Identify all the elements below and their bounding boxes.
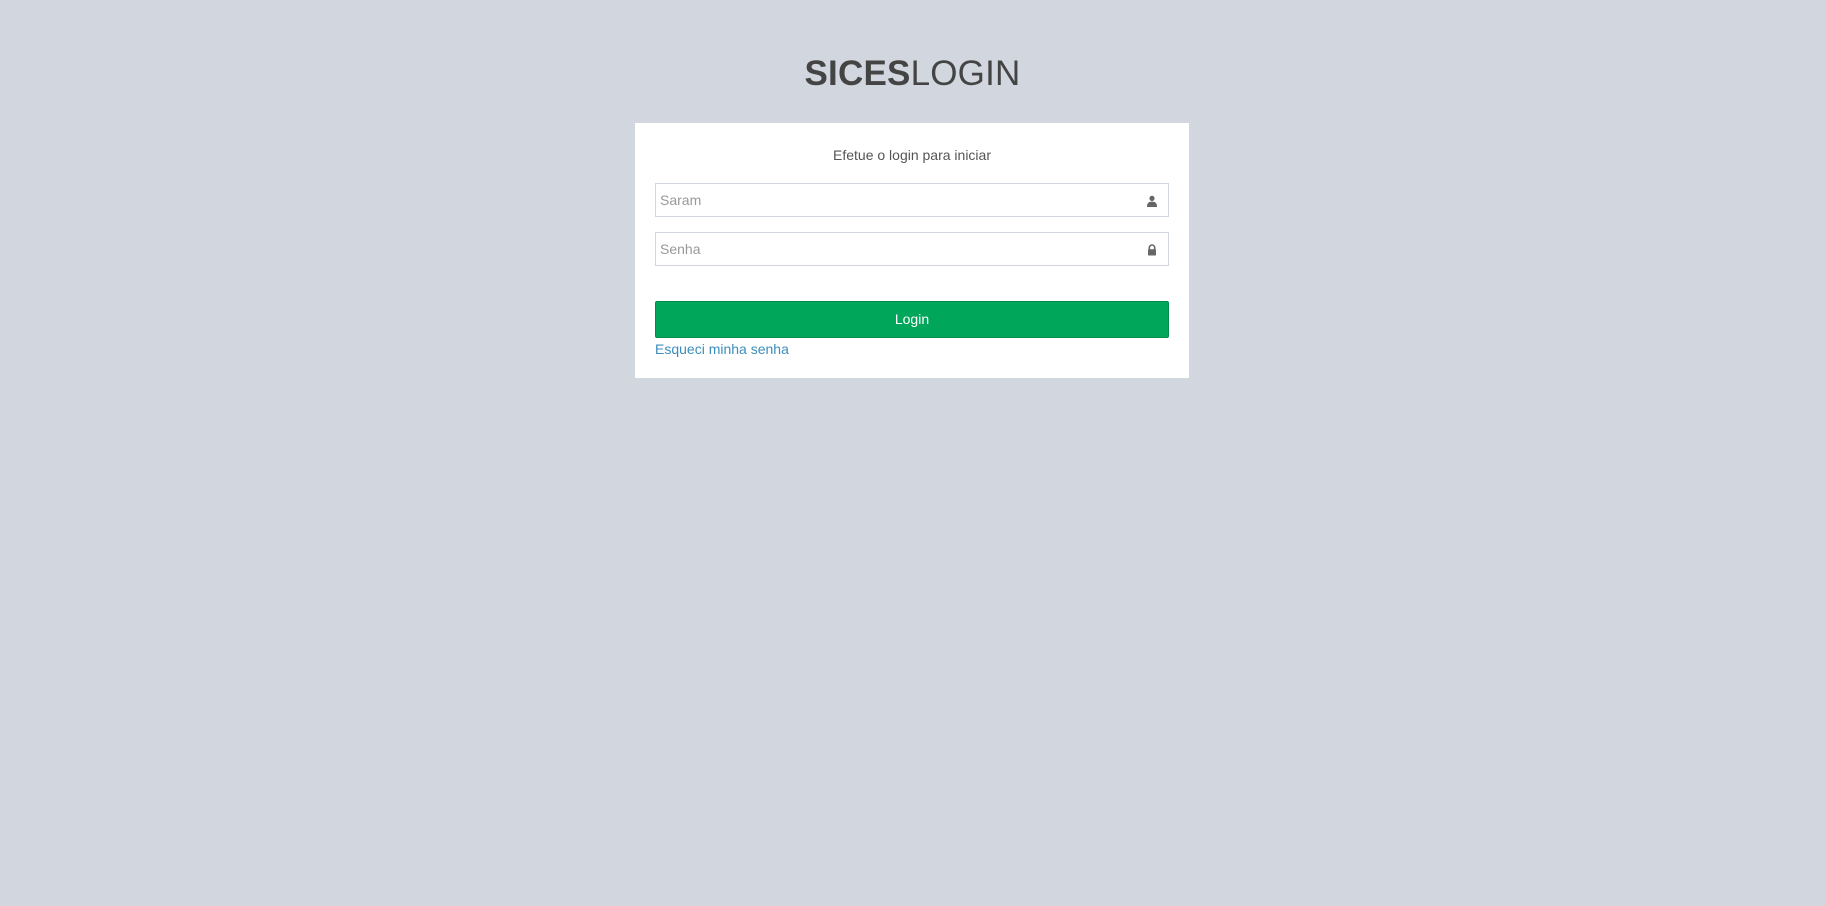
user-icon — [1146, 194, 1158, 207]
forgot-password-link[interactable]: Esqueci minha senha — [655, 339, 789, 359]
logo-light-text: LOGIN — [910, 54, 1021, 93]
username-field[interactable] — [655, 183, 1169, 217]
password-field[interactable] — [655, 232, 1169, 266]
app-logo[interactable]: SICESLOGIN — [0, 50, 1825, 98]
username-input[interactable] — [656, 184, 1136, 216]
login-box: Efetue o login para iniciar Login Esquec… — [635, 123, 1189, 378]
password-input[interactable] — [656, 233, 1136, 265]
lock-icon — [1146, 243, 1158, 256]
login-box-message: Efetue o login para iniciar — [833, 147, 991, 163]
logo-bold-text: SICES — [804, 54, 911, 93]
login-button[interactable]: Login — [655, 301, 1169, 338]
